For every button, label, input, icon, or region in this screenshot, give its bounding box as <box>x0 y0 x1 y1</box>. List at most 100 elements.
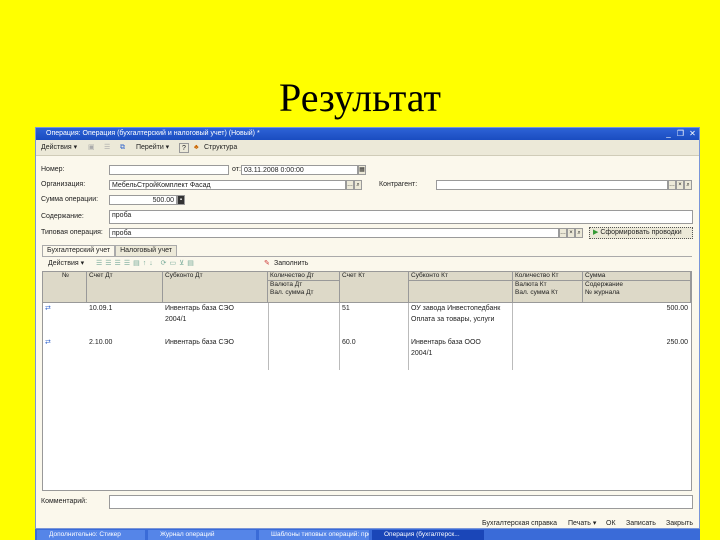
typical-open-icon[interactable]: ⌕ <box>575 228 583 238</box>
entry-icon: ⇄ <box>45 339 51 346</box>
tab-accounting[interactable]: Бухгалтерский учет <box>42 245 116 256</box>
counterparty-open-icon[interactable]: ⌕ <box>684 180 692 190</box>
structure-button[interactable]: Структура <box>204 143 237 153</box>
cell-kt: 51 <box>340 303 409 337</box>
close-form-button[interactable]: Закрыть <box>666 519 693 529</box>
window-title: Операция: Операция (бухгалтерский и нало… <box>46 130 260 137</box>
fill-icon: ✎ <box>264 260 270 267</box>
calendar-icon[interactable]: ▦ <box>358 165 366 175</box>
fill-button[interactable]: Заполнить <box>274 259 308 269</box>
close-button[interactable]: ✕ <box>688 129 697 138</box>
org-label: Организация: <box>41 181 86 188</box>
taskbar-item[interactable]: Дополнительно: Стикер <box>37 530 145 540</box>
structure-icon: ♣ <box>194 144 199 151</box>
cell-qty-dt <box>268 303 340 337</box>
content-label: Содержание: <box>41 213 84 220</box>
comment-input[interactable] <box>109 495 693 509</box>
goto-menu[interactable]: Перейти ▾ <box>136 143 169 153</box>
restore-button[interactable]: ❐ <box>676 129 685 138</box>
main-toolbar: Действия ▾ ▣ ☰ ⧉ Перейти ▾ ? ♣ Структура <box>36 140 699 156</box>
hierarchy-icon[interactable]: ⧉ <box>120 143 125 153</box>
cell-dt: 2.10.00 <box>89 339 113 346</box>
col-kt: Счет Кт <box>340 272 409 303</box>
col-content: Содержание № журнала <box>583 281 691 303</box>
counterparty-select-button[interactable]: … <box>668 180 676 190</box>
cell-sub-kt-line: 2004/1 <box>411 350 433 357</box>
cell-kt: 60.0 <box>340 337 409 370</box>
print-button[interactable]: Печать ▾ <box>568 519 596 529</box>
generate-entries-button[interactable]: ▶ Сформировать проводки <box>589 227 693 239</box>
taskbar-item-active[interactable]: Операция (бухгалтерск... <box>372 530 484 540</box>
cell-sub-dt: Инвентарь база СЭО 2004/1 <box>163 303 268 337</box>
col-dt: Счет Дт <box>87 272 163 303</box>
date-label: от: <box>232 166 241 173</box>
tab-divider <box>42 256 692 257</box>
accounting-report-button[interactable]: Бухгалтерская справка <box>482 519 557 529</box>
cell-sub-dt-line: Инвентарь база СЭО <box>165 305 234 312</box>
list-icon[interactable]: ☰ <box>104 143 110 153</box>
cell-sub-kt-line: Оплата за товары, услуги <box>411 316 495 323</box>
save-icon[interactable]: ▣ <box>88 143 95 153</box>
actions-menu[interactable]: Действия ▾ <box>41 143 77 153</box>
entry-icon: ⇄ <box>45 305 51 312</box>
col-cur-dt-label: Валюта Дт <box>270 281 303 288</box>
col-qty-kt: Количество Кт <box>513 272 583 281</box>
help-button[interactable]: ? <box>179 143 189 153</box>
col-content-label: Содержание <box>585 281 623 288</box>
typical-input[interactable]: проба <box>109 228 559 238</box>
col-cur-kt: Валюта Кт Вал. сумма Кт <box>513 281 583 303</box>
tab-tax[interactable]: Налоговый учет <box>115 245 177 256</box>
minimize-button[interactable]: _ <box>664 129 673 138</box>
number-input[interactable] <box>109 165 229 175</box>
cell-sub-kt: ОУ завода Инвестопедбанк Оплата за товары… <box>409 303 513 337</box>
save-button[interactable]: Записать <box>626 519 656 529</box>
generate-label: Сформировать проводки <box>600 229 682 236</box>
slide-title: Результат <box>278 75 441 120</box>
col-cur-kt-label: Валюта Кт <box>515 281 547 288</box>
content-input[interactable]: проба <box>109 210 693 224</box>
taskbar: Дополнительно: Стикер Журнал операций Ша… <box>35 529 700 540</box>
col-sub-dt: Субконто Дт <box>163 272 268 303</box>
cell-dt: 10.09.1 <box>89 305 113 312</box>
counterparty-clear-icon[interactable]: × <box>676 180 684 190</box>
org-select-button[interactable]: … <box>346 180 354 190</box>
col-n: № <box>43 272 87 303</box>
cell-sub-kt: Инвентарь база ООО 2004/1 <box>409 337 513 370</box>
taskbar-item[interactable]: Журнал операций <box>148 530 256 540</box>
calculator-icon[interactable]: ▪ <box>177 195 185 205</box>
col-cur-dt: Валюта Дт Вал. сумма Дт <box>268 281 340 303</box>
table-actions-menu[interactable]: Действия ▾ <box>48 259 84 269</box>
col-cur-sum-dt-label: Вал. сумма Дт <box>270 289 314 296</box>
sum-input[interactable]: 500.00 <box>109 195 177 205</box>
col-qty-dt: Количество Дт <box>268 272 340 281</box>
counterparty-input[interactable] <box>436 180 668 190</box>
cell-sub-dt: Инвентарь база СЭО <box>165 339 234 346</box>
org-open-icon[interactable]: ⌕ <box>354 180 362 190</box>
col-sum: Сумма <box>583 272 691 281</box>
date-input[interactable]: 03.11.2008 0:00:00 <box>241 165 358 175</box>
typical-label: Типовая операция: <box>41 229 103 236</box>
ok-button[interactable]: ОК <box>606 519 616 529</box>
operation-window: Операция: Операция (бухгалтерский и нало… <box>35 127 700 529</box>
comment-label: Комментарий: <box>41 498 88 505</box>
number-label: Номер: <box>41 166 65 173</box>
cell-sum: 250.00 <box>666 339 688 346</box>
typical-select-button[interactable]: … <box>559 228 567 238</box>
cell-sum: 500.00 <box>666 305 688 312</box>
sum-label: Сумма операции: <box>41 196 99 203</box>
org-input[interactable]: МебельСтройКомплект Фасад <box>109 180 346 190</box>
cell-sub-kt-line: ОУ завода Инвестопедбанк <box>411 305 501 312</box>
tab-bar: Бухгалтерский учет Налоговый учет <box>42 245 177 256</box>
entries-table: № Счет Дт Субконто Дт Количество Дт Валю… <box>42 271 692 491</box>
col-sub-kt: Субконто Кт <box>409 272 513 281</box>
col-sub-kt-2 <box>409 281 513 303</box>
taskbar-item[interactable]: Шаблоны типовых операций: проба <box>259 530 369 540</box>
cell-sub-kt-line: Инвентарь база ООО <box>411 339 481 346</box>
cell-qty-dt <box>268 337 340 370</box>
typical-clear-icon[interactable]: × <box>567 228 575 238</box>
counterparty-label: Контрагент: <box>379 181 418 188</box>
col-journal-label: № журнала <box>585 289 620 296</box>
cell-sub-dt-line: 2004/1 <box>165 316 187 323</box>
table-toolbar-icons[interactable]: ☰☰☰☰▤↑↓ ⟳▭⊻▤ <box>96 259 197 269</box>
window-titlebar: Операция: Операция (бухгалтерский и нало… <box>36 128 699 140</box>
